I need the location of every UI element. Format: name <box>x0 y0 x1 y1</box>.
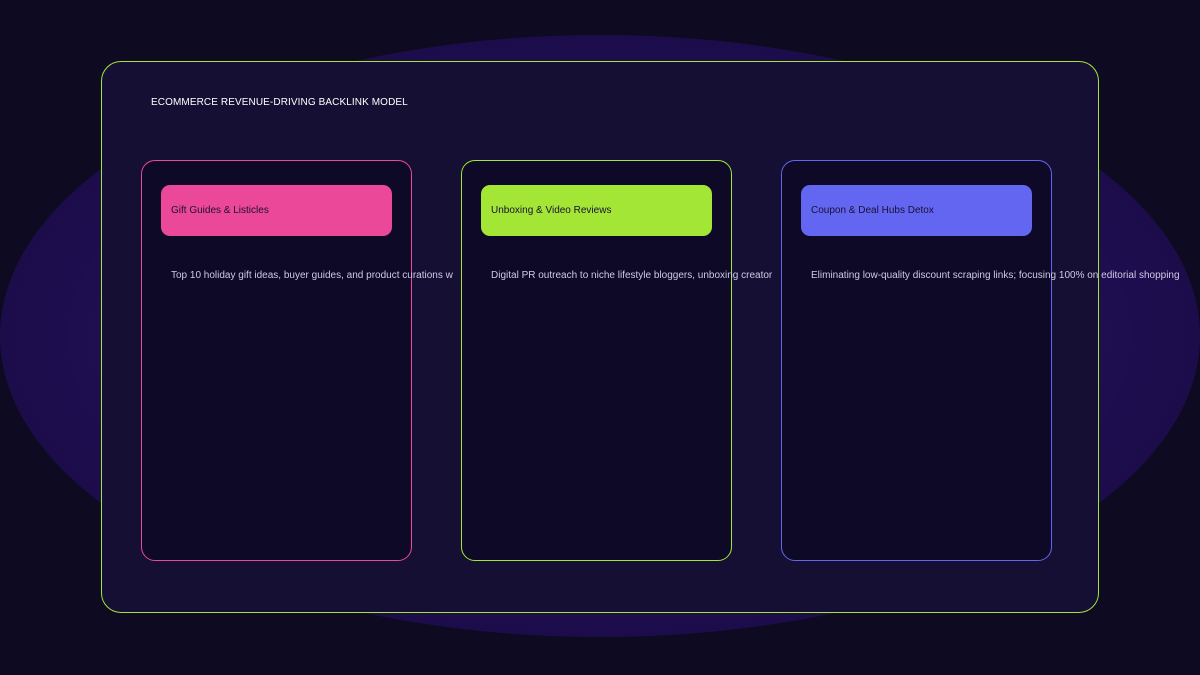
card-heading: Coupon & Deal Hubs Detox <box>811 205 934 216</box>
model-panel: ECOMMERCE REVENUE-DRIVING BACKLINK MODEL… <box>101 61 1180 613</box>
card-header: Gift Guides & Listicles <box>161 185 392 236</box>
card-unboxing-reviews: Unboxing & Video Reviews Digital PR outr… <box>461 160 772 561</box>
card-description: Digital PR outreach to niche lifestyle b… <box>491 270 773 281</box>
card-heading: Gift Guides & Listicles <box>171 205 269 216</box>
card-header: Coupon & Deal Hubs Detox <box>801 185 1032 236</box>
card-header: Unboxing & Video Reviews <box>481 185 712 236</box>
panel-title: ECOMMERCE REVENUE-DRIVING BACKLINK MODEL <box>151 97 408 108</box>
card-description: Eliminating low-quality discount scrapin… <box>811 270 1180 281</box>
slide: ECOMMERCE REVENUE-DRIVING BACKLINK MODEL… <box>0 0 1200 675</box>
card-coupon-detox: Coupon & Deal Hubs Detox Eliminating low… <box>781 160 1180 561</box>
card-heading: Unboxing & Video Reviews <box>491 205 612 216</box>
card-gift-guides: Gift Guides & Listicles Top 10 holiday g… <box>141 160 453 561</box>
card-description: Top 10 holiday gift ideas, buyer guides,… <box>171 270 453 281</box>
